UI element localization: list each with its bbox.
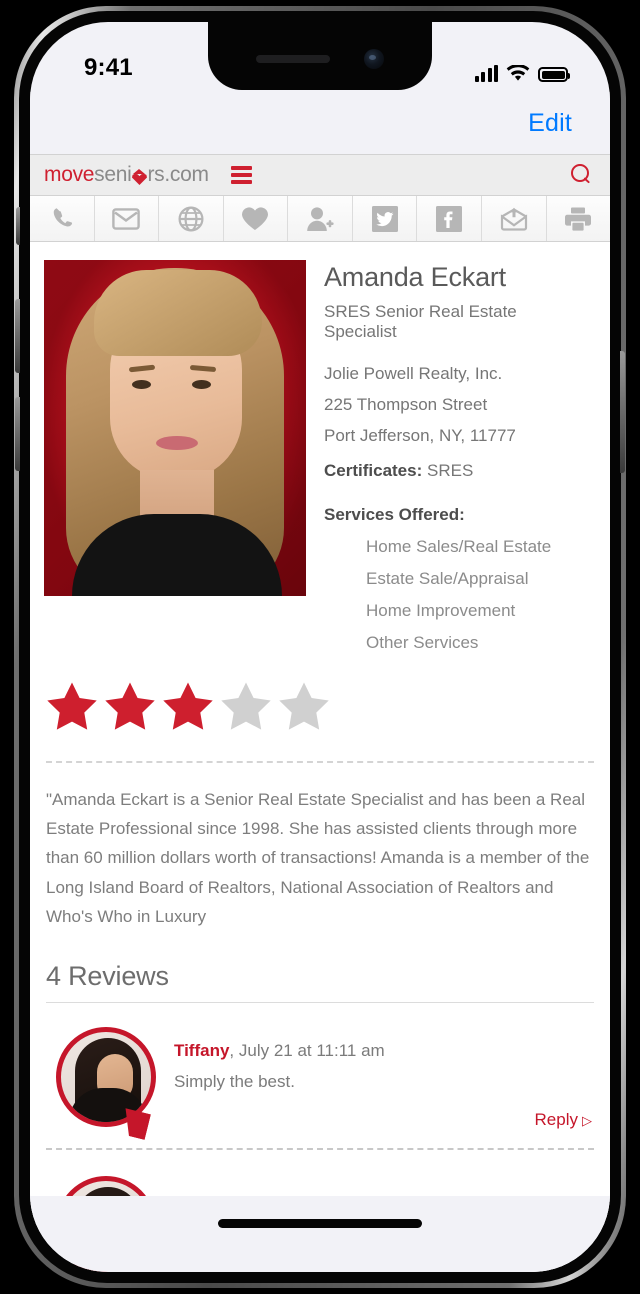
review-item: Tiffany, July 21 at 11:11 am Simply the … — [30, 1003, 610, 1140]
avatar — [56, 1027, 156, 1140]
add-person-icon — [307, 206, 334, 231]
phone-body: 9:41 Edit move seni rs.com Amanda Eckart… — [15, 11, 625, 1283]
caret-right-icon: ▷ — [582, 1113, 592, 1129]
profile-certificates: Certificates: SRES — [324, 461, 594, 481]
toolbar-website-button[interactable] — [159, 196, 224, 241]
phone-screen: 9:41 Edit move seni rs.com Amanda Eckart… — [30, 22, 610, 1272]
wifi-icon — [506, 65, 530, 81]
profile-street: 225 Thompson Street — [324, 395, 488, 414]
reviews-heading: 4 Reviews — [46, 961, 169, 992]
heart-house-icon — [132, 169, 147, 185]
edit-button[interactable]: Edit — [528, 109, 572, 138]
certificates-label: Certificates: — [324, 461, 423, 480]
volume-up-button[interactable] — [15, 397, 20, 471]
volume-down-button[interactable] — [15, 299, 20, 373]
battery-full-icon — [538, 67, 570, 82]
profile-photo — [44, 260, 306, 596]
certificates-value: SRES — [427, 461, 474, 480]
review-text: Simply the best. — [174, 1072, 295, 1092]
toolbar-twitter-button[interactable] — [352, 196, 418, 241]
service-item: Estate Sale/Appraisal — [366, 569, 529, 588]
review-date: , July 21 at 11:11 am — [229, 1041, 385, 1061]
bio-text: "Amanda Eckart is a Senior Real Estate S… — [46, 790, 590, 926]
phone-frame: 9:41 Edit move seni rs.com Amanda Eckart… — [14, 6, 626, 1288]
toolbar-facebook-button[interactable] — [417, 196, 482, 241]
cellular-bars-icon — [474, 65, 498, 82]
toolbar-phone-button[interactable] — [30, 196, 95, 241]
facebook-icon — [436, 205, 463, 232]
site-logo[interactable]: move seni rs.com — [44, 163, 209, 187]
profile-title: SRES Senior Real Estate Specialist — [324, 302, 517, 341]
star-empty-icon[interactable] — [220, 681, 272, 731]
phone-icon — [53, 207, 72, 226]
status-bar-indicators — [474, 65, 570, 82]
logo-part-move: move — [44, 163, 95, 186]
envelope-icon — [112, 207, 141, 230]
toolbar-print-button[interactable] — [546, 196, 610, 241]
power-button[interactable] — [620, 351, 625, 473]
star-empty-icon[interactable] — [278, 681, 330, 731]
service-item: Home Sales/Real Estate — [366, 537, 552, 556]
profile-company: Jolie Powell Realty, Inc. — [324, 364, 503, 383]
site-header: move seni rs.com — [30, 154, 610, 196]
service-item: Home Improvement — [366, 601, 516, 620]
search-icon[interactable] — [570, 164, 592, 186]
printer-icon — [565, 207, 592, 231]
home-indicator-area — [30, 1196, 610, 1272]
toolbar-email-button[interactable] — [94, 196, 160, 241]
service-item: Other Services — [366, 633, 479, 652]
status-bar: 9:41 — [30, 22, 610, 92]
toolbar-favorite-button[interactable] — [223, 196, 289, 241]
profile-city-state-zip: Port Jefferson, NY, 11777 — [324, 426, 516, 445]
toolbar-add-contact-button[interactable] — [288, 196, 353, 241]
home-indicator[interactable] — [218, 1218, 422, 1228]
star-filled-icon[interactable] — [46, 681, 98, 731]
action-toolbar — [30, 196, 610, 242]
rating-stars[interactable] — [30, 665, 610, 731]
page-title: Amanda Eckart — [324, 262, 506, 292]
star-filled-icon[interactable] — [104, 681, 156, 731]
profile-section: Amanda Eckart SRES Senior Real Estate Sp… — [30, 242, 610, 665]
hamburger-menu-icon[interactable] — [230, 166, 252, 184]
reply-button[interactable]: Reply ▷ — [174, 1092, 592, 1130]
toolbar-share-button[interactable] — [481, 196, 547, 241]
review-meta: Tiffany, July 21 at 11:11 am — [174, 1041, 592, 1061]
twitter-icon — [371, 205, 398, 232]
ios-nav-bar: Edit — [30, 92, 610, 154]
profile-details: Amanda Eckart SRES Senior Real Estate Sp… — [324, 260, 594, 665]
logo-part-seni: seni — [94, 163, 132, 186]
web-content: move seni rs.com Amanda Eckart SRES Seni… — [30, 154, 610, 1272]
services-label: Services Offered: — [324, 505, 465, 524]
reply-label: Reply — [534, 1110, 578, 1130]
review-body: Tiffany, July 21 at 11:11 am Simply the … — [174, 1027, 592, 1130]
share-mail-icon — [500, 207, 527, 231]
mute-switch-button[interactable] — [16, 207, 20, 245]
status-bar-clock: 9:41 — [84, 54, 133, 81]
review-author[interactable]: Tiffany — [174, 1041, 229, 1060]
star-filled-icon[interactable] — [162, 681, 214, 731]
globe-icon — [178, 206, 204, 231]
logo-part-rscom: rs.com — [147, 163, 209, 186]
heart-icon — [242, 207, 269, 230]
